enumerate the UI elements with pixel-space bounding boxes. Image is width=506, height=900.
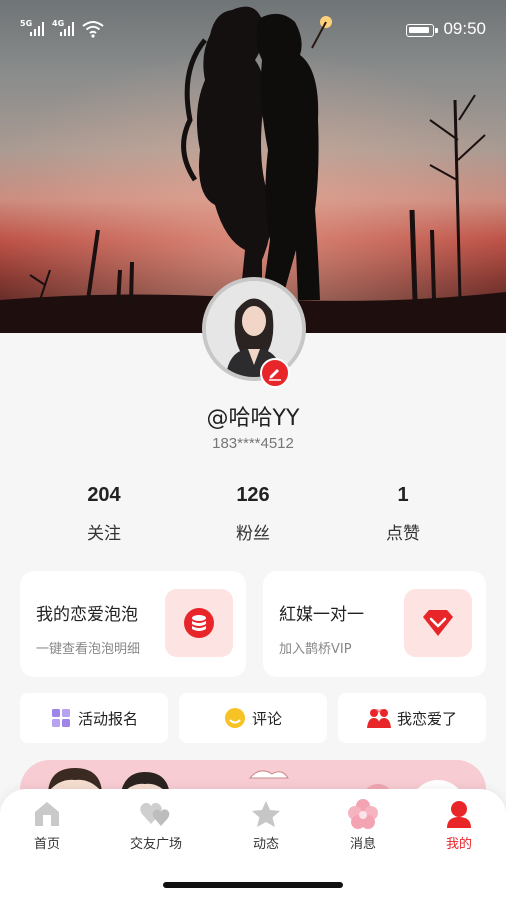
- home-indicator[interactable]: [163, 882, 343, 888]
- status-bar: 5G 4G 09:50: [0, 0, 506, 58]
- stat-likes[interactable]: 1 点赞: [343, 484, 463, 544]
- activity-signup-label: 活动报名: [77, 709, 138, 728]
- tab-mine[interactable]: 我的: [409, 799, 506, 852]
- tab-moments[interactable]: 动态: [216, 799, 316, 852]
- hearts-icon: [106, 799, 206, 829]
- couple-icon: [366, 707, 391, 729]
- user-icon: [409, 799, 506, 829]
- coins-icon: [184, 608, 214, 638]
- profile-name: @哈哈YY: [206, 406, 300, 431]
- card-love-bubbles-subtitle: 一键查看泡泡明细: [36, 642, 141, 657]
- in-love-button[interactable]: 我恋爱了: [338, 693, 486, 743]
- gift-icon: [50, 707, 72, 729]
- activity-signup-button[interactable]: 活动报名: [20, 693, 168, 743]
- comments-label: 评论: [251, 709, 282, 728]
- card-love-bubbles-title: 我的恋爱泡泡: [36, 605, 138, 625]
- tab-messages[interactable]: 消息: [313, 799, 413, 852]
- profile-phone: 183****4512: [212, 435, 294, 452]
- tab-friends-square-label: 交友广场: [129, 837, 182, 852]
- home-icon: [0, 799, 97, 829]
- stat-fans[interactable]: 126 粉丝: [193, 484, 313, 544]
- smile-icon: [224, 707, 246, 729]
- tab-home-label: 首页: [33, 837, 60, 852]
- tab-messages-label: 消息: [349, 837, 376, 852]
- status-time: 09:50: [443, 19, 486, 38]
- stat-fans-label: 粉丝: [236, 524, 270, 544]
- card-matchmaker-title: 紅媒一对一: [279, 605, 364, 625]
- pencil-icon: [269, 369, 281, 381]
- stat-likes-value: 1: [397, 484, 409, 506]
- flower-icon: [313, 799, 413, 829]
- card-matchmaker-subtitle: 加入鹊桥VIP: [279, 642, 352, 657]
- in-love-label: 我恋爱了: [396, 709, 457, 728]
- stat-following[interactable]: 204 关注: [44, 484, 164, 544]
- stat-following-value: 204: [87, 484, 121, 506]
- stat-fans-value: 126: [236, 484, 270, 506]
- diamond-icon: [423, 610, 453, 636]
- comments-button[interactable]: 评论: [179, 693, 327, 743]
- wifi-icon: [82, 21, 104, 38]
- card-love-bubbles-icon-box: [165, 589, 233, 657]
- signal-bars-icon: [60, 22, 74, 36]
- card-matchmaker[interactable]: 紅媒一对一 加入鹊桥VIP: [263, 571, 486, 677]
- stat-following-label: 关注: [87, 524, 121, 544]
- tab-friends-square[interactable]: 交友广场: [106, 799, 206, 852]
- card-matchmaker-icon-box: [404, 589, 472, 657]
- card-love-bubbles[interactable]: 我的恋爱泡泡 一键查看泡泡明细: [20, 571, 246, 677]
- battery-icon: [406, 24, 438, 37]
- star-icon: [216, 799, 316, 829]
- avatar-photo: [206, 281, 302, 377]
- avatar[interactable]: [202, 277, 306, 381]
- stat-likes-label: 点赞: [386, 524, 420, 544]
- edit-profile-button[interactable]: [260, 358, 290, 388]
- tab-moments-label: 动态: [252, 837, 279, 852]
- tab-mine-label: 我的: [445, 837, 472, 852]
- tab-home[interactable]: 首页: [0, 799, 97, 852]
- signal-bars-icon: [30, 22, 44, 36]
